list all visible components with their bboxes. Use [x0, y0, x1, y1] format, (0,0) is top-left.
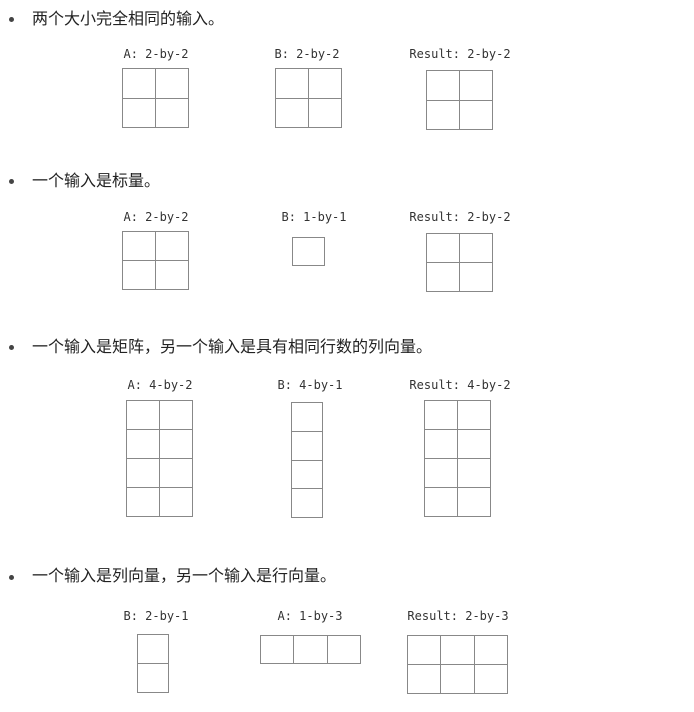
matrix-cell — [309, 69, 342, 99]
matrix-cell — [474, 665, 508, 694]
matrix-label: B: 1-by-1 — [281, 210, 347, 224]
matrix-cell — [123, 261, 156, 290]
matrix-cell — [138, 635, 169, 664]
matrix-cell — [127, 488, 160, 517]
bullet-marker — [9, 345, 14, 350]
matrix-cell — [309, 98, 342, 128]
bullet-text: 一个输入是列向量，另一个输入是行向量。 — [32, 566, 337, 585]
matrix-cell — [327, 636, 361, 664]
matrix-grid — [291, 402, 323, 518]
matrix-cell — [292, 431, 323, 461]
matrix-cell — [460, 263, 493, 292]
matrix-cell — [460, 71, 493, 101]
matrix-cell — [458, 488, 491, 517]
matrix-cell — [156, 232, 189, 261]
matrix-grid — [122, 68, 189, 128]
matrix-cell — [425, 430, 458, 459]
matrix-grid — [426, 233, 493, 292]
matrix-cell — [292, 460, 323, 490]
matrix-cell — [474, 636, 508, 665]
matrix-cell — [127, 459, 160, 488]
matrix-cell — [427, 100, 460, 130]
matrix-label: A: 1-by-3 — [277, 609, 343, 623]
matrix-cell — [425, 401, 458, 430]
matrix-cell — [441, 665, 475, 694]
matrix-cell — [123, 232, 156, 261]
matrix-cell — [427, 263, 460, 292]
matrix-cell — [127, 401, 160, 430]
matrix-label: Result: 2-by-2 — [409, 47, 511, 61]
matrix-cell — [160, 488, 193, 517]
matrix-grid — [126, 400, 193, 517]
matrix-cell — [458, 430, 491, 459]
matrix-cell — [427, 71, 460, 101]
matrix-grid — [426, 70, 493, 130]
matrix-grid — [137, 634, 169, 693]
matrix-label: B: 4-by-1 — [277, 378, 343, 392]
bullet-text: 两个大小完全相同的输入。 — [32, 9, 225, 28]
matrix-cell — [408, 636, 442, 665]
matrix-label: B: 2-by-1 — [123, 609, 189, 623]
matrix-cell — [292, 489, 323, 518]
matrix-label: Result: 2-by-2 — [409, 210, 511, 224]
matrix-cell — [276, 98, 309, 128]
matrix-cell — [292, 403, 323, 432]
matrix-cell — [160, 459, 193, 488]
matrix-cell — [425, 488, 458, 517]
matrix-cell — [138, 664, 169, 693]
matrix-cell — [261, 636, 295, 664]
matrix-cell — [458, 459, 491, 488]
matrix-cell — [458, 401, 491, 430]
matrix-label: Result: 4-by-2 — [409, 378, 511, 392]
matrix-grid — [260, 635, 361, 664]
matrix-label: A: 2-by-2 — [123, 47, 189, 61]
matrix-label: A: 2-by-2 — [123, 210, 189, 224]
bullet-text: 一个输入是矩阵，另一个输入是具有相同行数的列向量。 — [32, 337, 433, 356]
matrix-cell — [460, 100, 493, 130]
matrix-cell — [156, 261, 189, 290]
matrix-cell — [427, 234, 460, 263]
matrix-grid — [275, 68, 342, 128]
matrix-cell — [127, 430, 160, 459]
matrix-label: B: 2-by-2 — [274, 47, 340, 61]
matrix-cell — [160, 401, 193, 430]
matrix-cell — [123, 69, 156, 99]
matrix-cell — [293, 238, 325, 266]
matrix-grid — [292, 237, 325, 266]
bullet-text: 一个输入是标量。 — [32, 171, 161, 190]
matrix-grid — [424, 400, 491, 517]
matrix-label: A: 4-by-2 — [127, 378, 193, 392]
matrix-cell — [441, 636, 475, 665]
bullet-marker — [9, 17, 14, 22]
matrix-cell — [408, 665, 442, 694]
matrix-cell — [425, 459, 458, 488]
matrix-grid — [407, 635, 508, 694]
matrix-label: Result: 2-by-3 — [407, 609, 509, 623]
matrix-cell — [156, 98, 189, 128]
matrix-cell — [460, 234, 493, 263]
bullet-marker — [9, 179, 14, 184]
matrix-cell — [123, 98, 156, 128]
matrix-cell — [294, 636, 328, 664]
matrix-grid — [122, 231, 189, 290]
matrix-cell — [160, 430, 193, 459]
matrix-cell — [156, 69, 189, 99]
matrix-cell — [276, 69, 309, 99]
bullet-marker — [9, 575, 14, 580]
